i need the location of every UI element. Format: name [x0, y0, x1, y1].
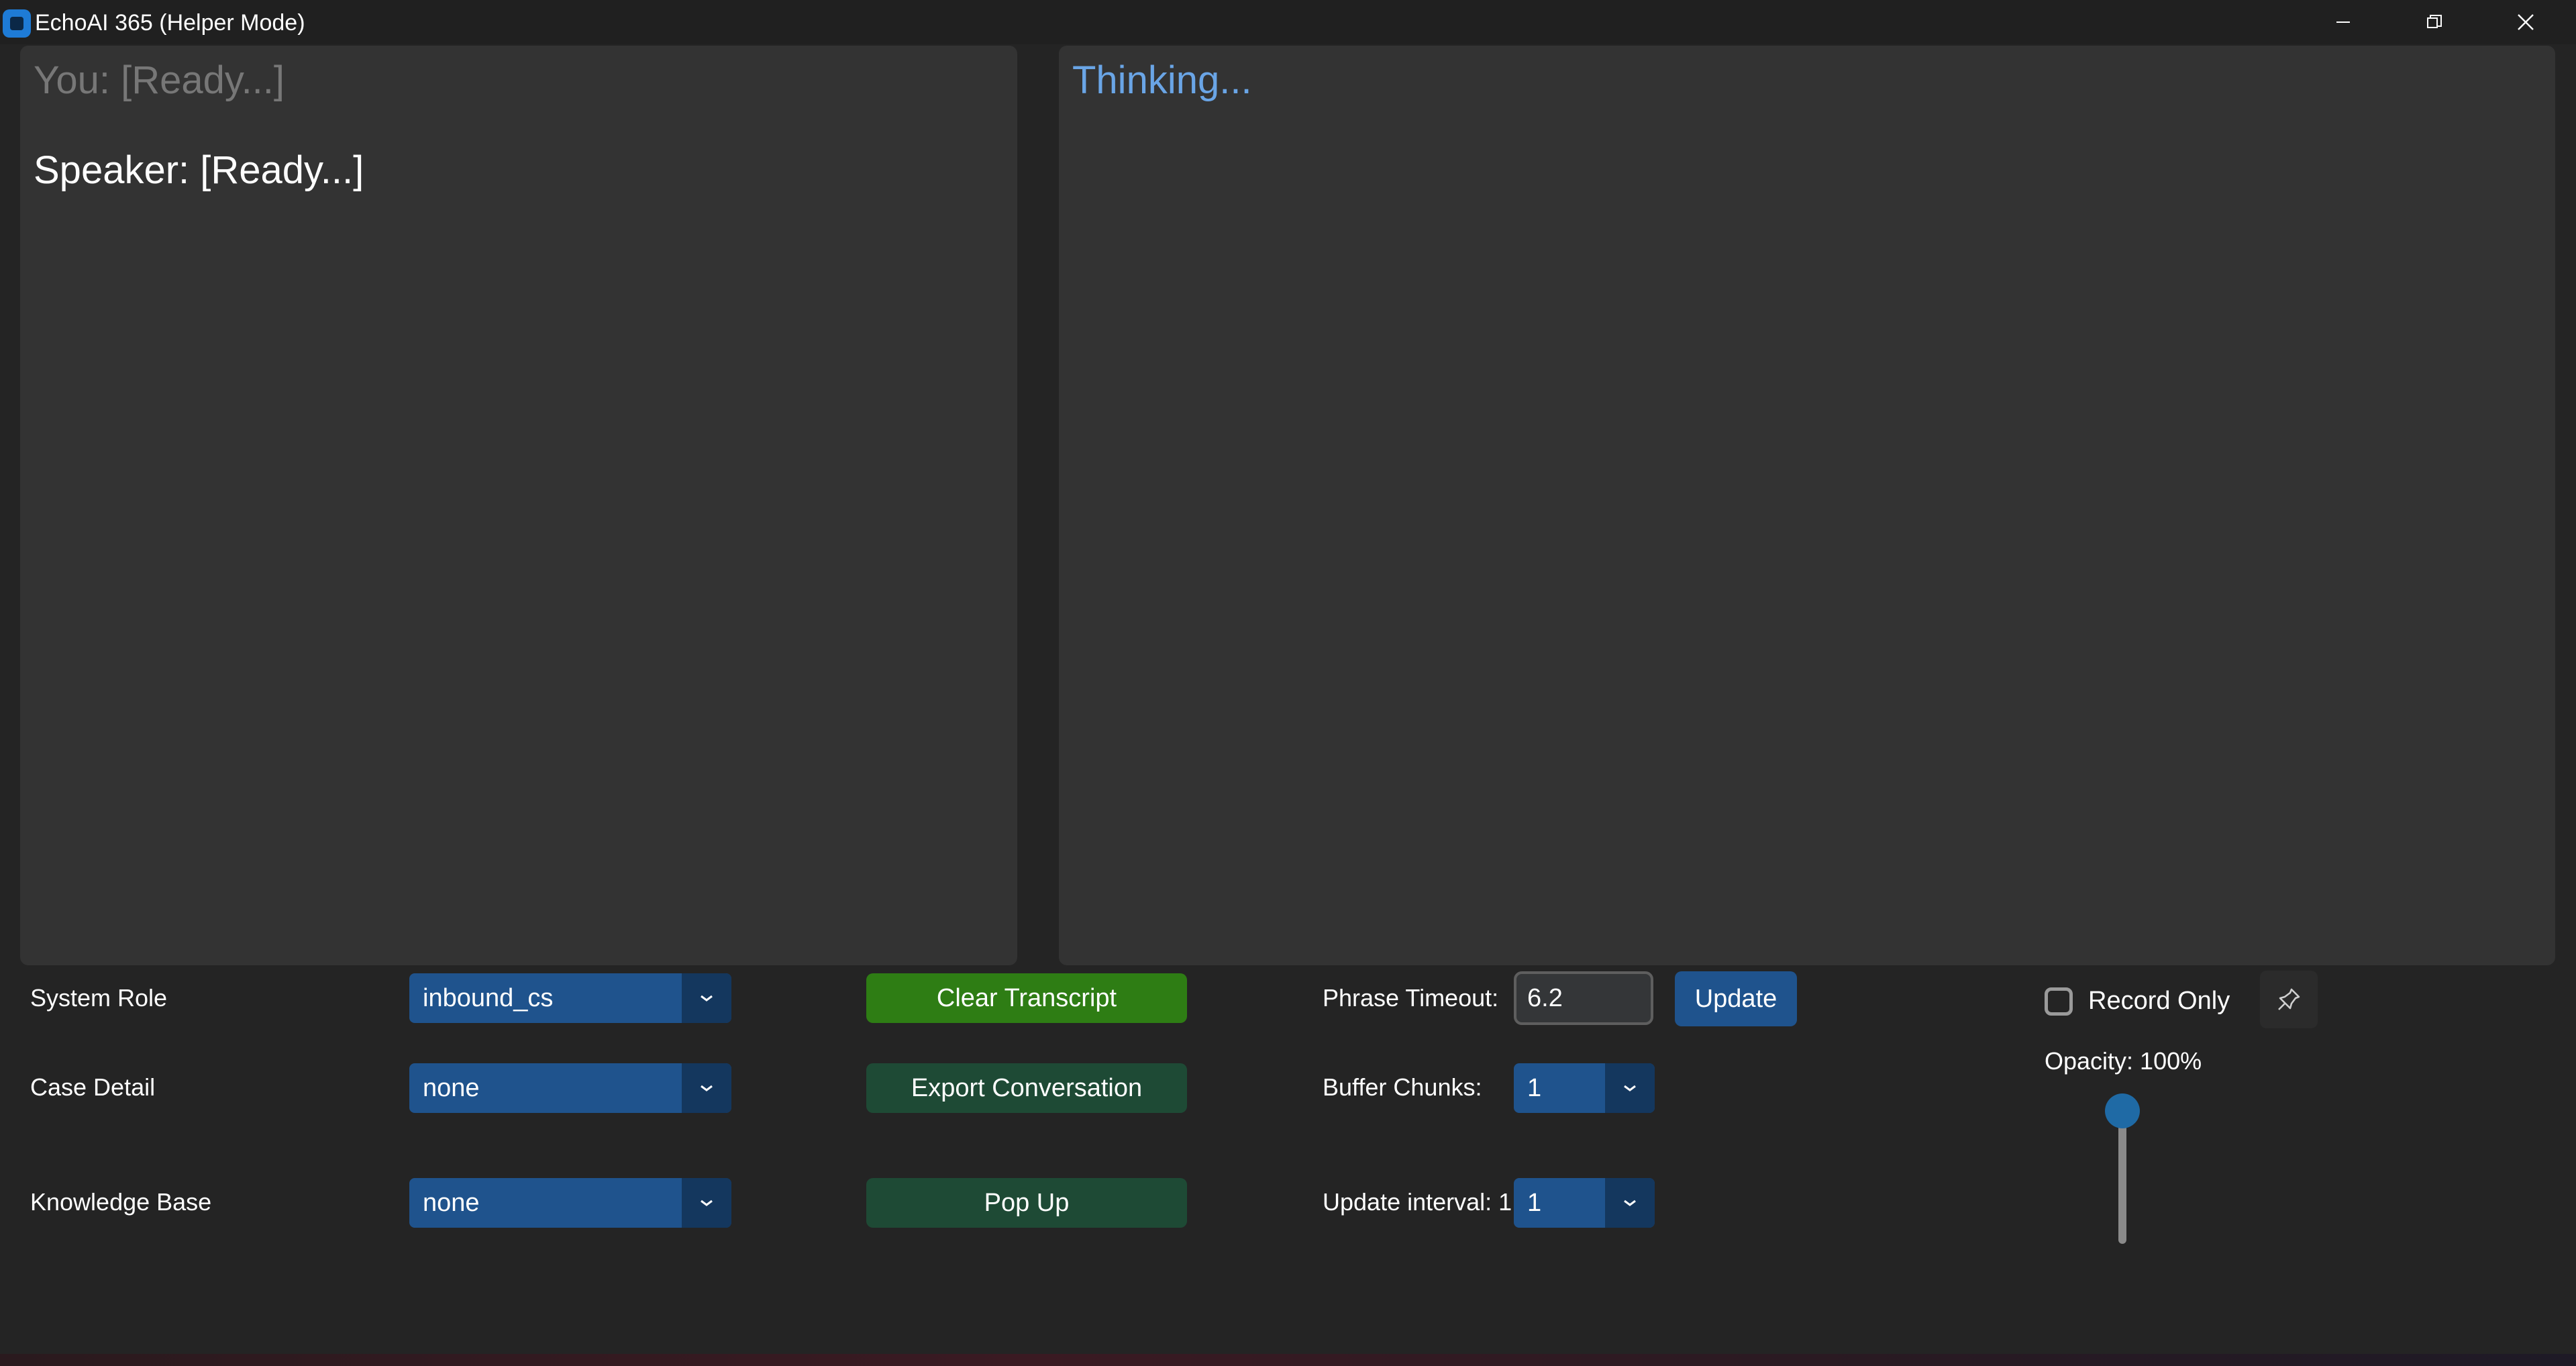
knowledge-base-value: none — [423, 1189, 480, 1217]
knowledge-base-label: Knowledge Base — [30, 1188, 212, 1216]
transcript-panel[interactable]: You: [Ready...] Speaker: [Ready...] — [20, 46, 1017, 965]
knowledge-base-dropdown-arrow[interactable] — [682, 1178, 731, 1228]
case-detail-label: Case Detail — [30, 1073, 156, 1101]
app-icon — [3, 9, 31, 38]
taskbar-edge — [0, 1354, 2576, 1366]
system-role-value: inbound_cs — [423, 984, 554, 1012]
chevron-down-icon — [701, 995, 713, 1002]
opacity-label: Opacity: 100% — [2045, 1047, 2202, 1075]
clear-transcript-button[interactable]: Clear Transcript — [866, 973, 1187, 1023]
knowledge-base-dropdown[interactable]: none — [409, 1178, 731, 1228]
update-button[interactable]: Update — [1675, 971, 1797, 1026]
buffer-chunks-dropdown-arrow[interactable] — [1605, 1063, 1655, 1113]
restore-button[interactable] — [2389, 0, 2480, 44]
chevron-down-icon — [1624, 1085, 1636, 1091]
export-conversation-button[interactable]: Export Conversation — [866, 1063, 1187, 1113]
update-interval-dropdown[interactable]: 1 — [1514, 1178, 1655, 1228]
update-interval-value: 1 — [1527, 1189, 1542, 1217]
response-panel[interactable]: Thinking... — [1059, 46, 2555, 965]
pop-up-button[interactable]: Pop Up — [866, 1178, 1187, 1228]
close-icon — [2518, 14, 2534, 30]
system-role-label: System Role — [30, 984, 168, 1012]
chevron-down-icon — [701, 1200, 713, 1206]
speaker-transcript-line: Speaker: [Ready...] — [34, 148, 364, 192]
case-detail-dropdown-arrow[interactable] — [682, 1063, 731, 1113]
record-only-label[interactable]: Record Only — [2088, 986, 2230, 1016]
window-title: EchoAI 365 (Helper Mode) — [35, 10, 305, 36]
minimize-button[interactable] — [2298, 0, 2389, 44]
buffer-chunks-dropdown[interactable]: 1 — [1514, 1063, 1655, 1113]
record-only-checkbox[interactable] — [2045, 987, 2073, 1016]
pin-button[interactable] — [2260, 971, 2318, 1028]
buffer-chunks-label: Buffer Chunks: — [1323, 1073, 1482, 1101]
chevron-down-icon — [1624, 1200, 1636, 1206]
opacity-slider-thumb[interactable] — [2105, 1093, 2140, 1128]
chevron-down-icon — [701, 1085, 713, 1091]
restore-icon — [2427, 15, 2442, 28]
close-button[interactable] — [2480, 0, 2571, 44]
opacity-slider-track[interactable] — [2118, 1110, 2126, 1244]
case-detail-dropdown[interactable]: none — [409, 1063, 731, 1113]
you-transcript-line: You: [Ready...] — [34, 58, 285, 102]
buffer-chunks-value: 1 — [1527, 1074, 1542, 1102]
response-status: Thinking... — [1072, 58, 1252, 102]
pin-icon — [2278, 988, 2300, 1010]
title-bar: EchoAI 365 (Helper Mode) — [0, 0, 2576, 44]
phrase-timeout-label: Phrase Timeout: — [1323, 984, 1499, 1012]
update-interval-dropdown-arrow[interactable] — [1605, 1178, 1655, 1228]
case-detail-value: none — [423, 1074, 480, 1102]
update-interval-label: Update interval: 1 — [1323, 1188, 1512, 1216]
minimize-icon — [2336, 21, 2350, 23]
system-role-dropdown-arrow[interactable] — [682, 973, 731, 1023]
system-role-dropdown[interactable]: inbound_cs — [409, 973, 731, 1023]
phrase-timeout-input[interactable]: 6.2 — [1514, 971, 1653, 1025]
app-window: EchoAI 365 (Helper Mode) You: [Ready...]… — [0, 0, 2576, 1366]
